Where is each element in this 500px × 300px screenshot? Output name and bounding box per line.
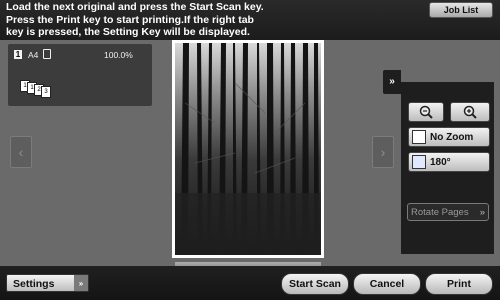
forest-image [175, 43, 321, 255]
page-stack-icon: 1 1 2 3 [20, 80, 54, 98]
rotate-180-button[interactable]: 180° [408, 152, 490, 172]
message-line-2: Press the Print key to start printing.If… [6, 13, 254, 26]
previous-page-button[interactable]: ‹ [10, 136, 32, 168]
message-line-3: key is pressed, the Setting Key will be … [6, 26, 250, 38]
paper-size-label: A4 [28, 50, 39, 60]
preview-image-forest [175, 43, 321, 255]
stack-page-4: 3 [41, 86, 51, 98]
print-button[interactable]: Print [425, 273, 493, 295]
rotate-180-label: 180° [430, 156, 451, 168]
magnifier-minus-icon [419, 105, 433, 119]
message-line-1: Load the next original and press the Sta… [6, 1, 264, 13]
start-scan-button[interactable]: Start Scan [281, 273, 349, 295]
zoom-in-button[interactable] [450, 102, 490, 122]
settings-label: Settings [13, 278, 55, 290]
page-preview [172, 40, 324, 258]
cancel-button[interactable]: Cancel [353, 273, 421, 295]
settings-button[interactable]: Settings » [6, 274, 89, 292]
rotate-page-icon [412, 155, 426, 169]
instruction-message: Load the next original and press the Sta… [6, 1, 416, 39]
rotate-pages-label: Rotate Pages [411, 207, 469, 218]
settings-tab-toggle[interactable]: » [383, 70, 401, 94]
no-zoom-label: No Zoom [430, 131, 474, 143]
page-info-card: 1 A4 100.0% 1 1 2 3 [8, 44, 152, 106]
fit-page-icon [412, 130, 426, 144]
chevron-right-icon: » [479, 207, 485, 218]
job-list-button[interactable]: Job List [429, 2, 493, 18]
message-bar: Load the next original and press the Sta… [0, 0, 500, 40]
zoom-percent: 100.0% [104, 50, 133, 60]
zoom-out-button[interactable] [408, 102, 444, 122]
no-zoom-button[interactable]: No Zoom [408, 127, 490, 147]
chevron-right-icon: » [74, 275, 88, 291]
magnifier-plus-icon [463, 105, 477, 119]
page-number-badge: 1 [14, 50, 22, 59]
paper-orientation-icon [43, 49, 51, 59]
next-page-button[interactable]: › [372, 136, 394, 168]
rotate-pages-button[interactable]: Rotate Pages » [407, 203, 489, 221]
